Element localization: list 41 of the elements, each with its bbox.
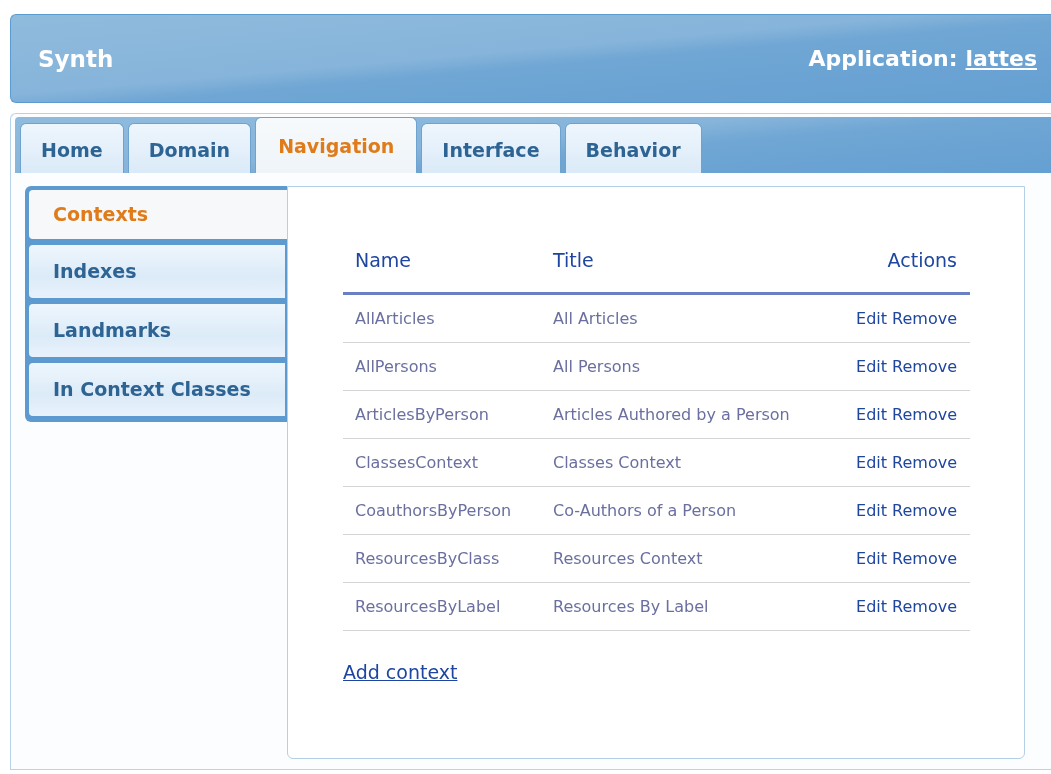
action-link[interactable]: Remove bbox=[892, 309, 957, 328]
table-cell: ResourcesByLabel bbox=[343, 582, 541, 631]
table-cell: ResourcesByClass bbox=[343, 534, 541, 583]
table-cell: Co-Authors of a Person bbox=[541, 486, 827, 535]
tab[interactable]: Home bbox=[20, 123, 124, 173]
sidebar-item[interactable]: In Context Classes bbox=[29, 363, 285, 416]
table-cell: Resources Context bbox=[541, 534, 827, 583]
table-cell: Articles Authored by a Person bbox=[541, 390, 827, 439]
action-link[interactable]: Remove bbox=[892, 597, 957, 616]
action-link[interactable]: Edit bbox=[856, 309, 888, 328]
action-link[interactable]: Edit bbox=[856, 549, 888, 568]
table-cell: AllPersons bbox=[343, 342, 541, 391]
tab[interactable]: Behavior bbox=[564, 123, 702, 173]
action-link[interactable]: Edit bbox=[856, 453, 888, 472]
tab[interactable]: Domain bbox=[127, 123, 252, 173]
action-link[interactable]: Edit bbox=[856, 405, 888, 424]
add-context-link[interactable]: Add context bbox=[343, 661, 458, 683]
action-link[interactable]: Remove bbox=[892, 453, 957, 472]
tab[interactable]: Interface bbox=[421, 123, 561, 173]
table-cell: ClassesContext bbox=[343, 438, 541, 487]
app-title: Synth bbox=[38, 45, 114, 72]
action-link[interactable]: Remove bbox=[892, 405, 957, 424]
action-link[interactable]: Edit bbox=[856, 597, 888, 616]
action-link[interactable]: Edit bbox=[856, 501, 888, 520]
column-header: Name bbox=[343, 239, 541, 294]
table-cell: CoauthorsByPerson bbox=[343, 486, 541, 535]
column-header: Title bbox=[541, 239, 827, 294]
table-cell: All Persons bbox=[541, 342, 827, 391]
table-cell: ArticlesByPerson bbox=[343, 390, 541, 439]
action-link[interactable]: Remove bbox=[892, 357, 957, 376]
column-header: Actions bbox=[826, 239, 970, 294]
action-link[interactable]: Remove bbox=[892, 549, 957, 568]
action-link[interactable]: Remove bbox=[892, 501, 957, 520]
sidebar-item[interactable]: Indexes bbox=[29, 245, 285, 298]
action-link[interactable]: Edit bbox=[856, 357, 888, 376]
sidebar-item[interactable]: Landmarks bbox=[29, 304, 285, 357]
table-cell: All Articles bbox=[541, 293, 827, 343]
table-cell: Resources By Label bbox=[541, 582, 827, 631]
table-cell: Classes Context bbox=[541, 438, 827, 487]
application-label: Application: bbox=[808, 46, 958, 71]
table-cell: AllArticles bbox=[343, 293, 541, 343]
